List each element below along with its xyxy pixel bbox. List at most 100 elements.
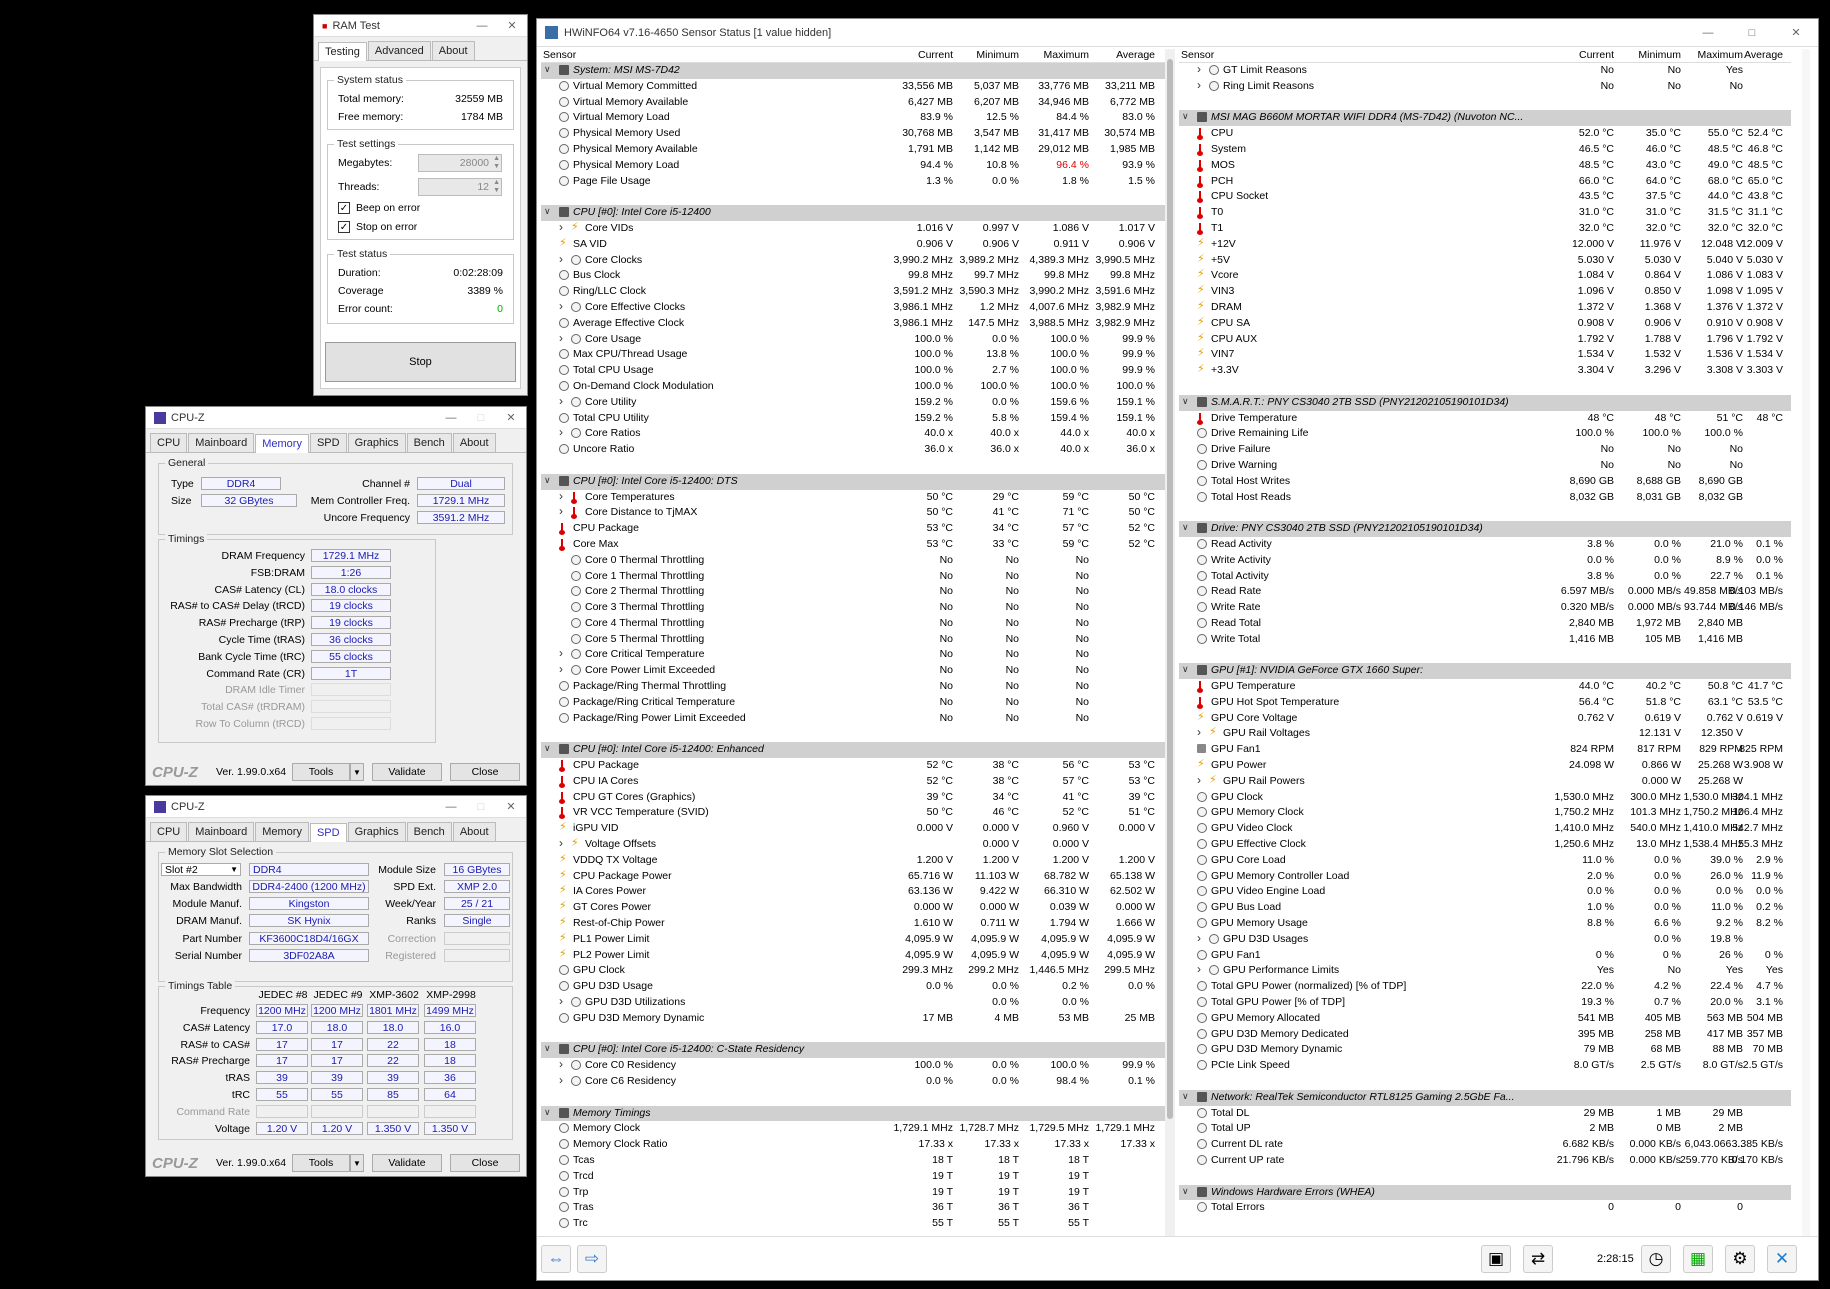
sensor-row[interactable]: Rest-of-Chip Power 1.610 W 0.711 W 1.794 W 1… [541, 916, 1165, 932]
sensor-row[interactable]: GPU Bus Load 1.0 % 0.0 % 11.0 % 0.2 % [1179, 900, 1791, 916]
sensor-row[interactable]: T1 32.0 °C 32.0 °C 32.0 °C 32.0 °C [1179, 221, 1791, 237]
sensor-row[interactable]: VIN3 1.096 V 0.850 V 1.098 V1.095 V [1179, 284, 1791, 300]
collapse-chevron-icon[interactable]: ∨ [1182, 664, 1189, 675]
maximize-icon[interactable]: □ [466, 407, 496, 429]
sensor-row[interactable]: CPU GT Cores (Graphics) 39 °C 34 °C 41 °C 39… [541, 790, 1165, 806]
sensor-row[interactable]: Current UP rate 21.796 KB/s 0.000 KB/s 259.… [1179, 1153, 1791, 1169]
sensor-row[interactable]: Page File Usage 1.3 % 0.0 % 1.8 % 1.5 % [541, 174, 1165, 190]
collapse-chevron-icon[interactable]: ∨ [544, 64, 551, 75]
sensor-row[interactable]: GPU D3D Memory Dedicated 395 MB 258 MB 417 … [1179, 1027, 1791, 1043]
sensor-refresh-icon[interactable]: ⇄ [1523, 1245, 1553, 1273]
col-average[interactable]: Average [1744, 49, 1783, 61]
tab-about[interactable]: About [452, 433, 496, 452]
sensor-row[interactable]: GPU Video Clock 1,410.0 MHz 540.0 MHz 1,410… [1179, 821, 1791, 837]
validate-button[interactable]: Validate [372, 1154, 442, 1172]
sensor-row[interactable]: Memory Clock Ratio 17.33 x 17.33 x 17.33 x 1… [541, 1137, 1165, 1153]
sensor-row[interactable]: Physical Memory Used 30,768 MB 3,547 MB 31,… [541, 126, 1165, 142]
collapse-chevron-icon[interactable]: ∨ [1182, 111, 1189, 122]
expand-chevron-icon[interactable]: › [559, 646, 563, 660]
sensor-group-header[interactable]: ∨ Network: RealTek Semiconductor RTL8125 … [1179, 1089, 1791, 1106]
tab-bench[interactable]: Bench [406, 822, 452, 841]
sensor-row[interactable]: Ring/LLC Clock 3,591.2 MHz 3,590.3 MHz 3,99… [541, 284, 1165, 300]
sensor-row[interactable]: SA VID 0.906 V 0.906 V 0.911 V 0.906 V [541, 237, 1165, 253]
sensor-row[interactable]: Drive Warning No No No [1179, 458, 1791, 474]
sensor-row[interactable]: GPU Video Engine Load 0.0 % 0.0 % 0.0 % 0.0 … [1179, 884, 1791, 900]
sensor-group-header[interactable]: ∨ CPU [#0]: Intel Core i5-12400: DTS [541, 473, 1165, 490]
sensor-group-header[interactable]: ∨ CPU [#0]: Intel Core i5-12400: C-State … [541, 1042, 1165, 1059]
close-icon[interactable]: ✕ [496, 796, 526, 818]
sensor-row[interactable]: › GT Limit Reasons No No Yes [1179, 62, 1791, 79]
sensor-row[interactable]: CPU SA0.908 V0.906 V0.910 V0.908 V [1179, 316, 1791, 332]
sensor-row[interactable]: VR VCC Temperature (SVID) 50 °C 46 °C 52 °C… [541, 805, 1165, 821]
expand-chevron-icon[interactable]: › [559, 425, 563, 439]
sensor-row[interactable]: GPU D3D Memory Dynamic 17 MB 4 MB 53 MB 25 M… [541, 1011, 1165, 1027]
expand-chevron-icon[interactable]: › [559, 331, 563, 345]
tab-spd[interactable]: SPD [309, 433, 347, 452]
minimize-icon[interactable]: — [436, 407, 466, 429]
sensor-row[interactable]: Trp 19 T 19 T 19 T [541, 1185, 1165, 1201]
sensor-row[interactable]: Physical Memory Available 1,791 MB 1,142 M… [541, 142, 1165, 158]
sensor-row[interactable]: Current DL rate 6.682 KB/s 0.000 KB/s 6,043… [1179, 1137, 1791, 1153]
sensor-row[interactable]: Total Host Reads 8,032 GB 8,031 GB 8,032 GB [1179, 490, 1791, 506]
sensor-row[interactable]: GPU D3D Usage 0.0 % 0.0 % 0.2 % 0.0 % [541, 979, 1165, 995]
left-scrollbar[interactable] [1165, 49, 1175, 1237]
sensor-row[interactable]: IA Cores Power 63.136 W 9.422 W 66.310 W 62.… [541, 884, 1165, 900]
sensor-row[interactable]: iGPU VID 0.000 V 0.000 V 0.960 V 0.000 V [541, 821, 1165, 837]
sensor-row[interactable]: Trcd 19 T 19 T 19 T [541, 1169, 1165, 1185]
sensor-group-header[interactable]: ∨ CPU [#0]: Intel Core i5-12400 [541, 205, 1165, 221]
col-sensor[interactable]: Sensor [1181, 49, 1214, 61]
sensor-row[interactable]: GPU Clock 1,530.0 MHz 300.0 MHz 1,530.0 MHz… [1179, 790, 1791, 806]
sensor-row[interactable]: GPU Fan1 0 % 0 % 26 % 0 % [1179, 948, 1791, 964]
sensor-row[interactable]: On-Demand Clock Modulation 100.0 % 100.0 %… [541, 379, 1165, 395]
sensor-row[interactable]: CPU 52.0 °C 35.0 °C 55.0 °C 52.4 °C [1179, 126, 1791, 142]
tab-cpu[interactable]: CPU [150, 822, 188, 841]
sensor-row[interactable]: +3.3V 3.304 V 3.296 V 3.308 V3.303 V [1179, 363, 1791, 379]
expand-chevron-icon[interactable]: › [559, 662, 563, 676]
sensor-row[interactable]: Core 2 Thermal Throttling No No No [541, 584, 1165, 600]
tools-dropdown-icon[interactable]: ▼ [350, 763, 364, 781]
sensor-row[interactable]: GPU Memory Usage 8.8 % 6.6 % 9.2 % 8.2 % [1179, 916, 1791, 932]
sensor-row[interactable]: Package/Ring Critical Temperature No No No [541, 695, 1165, 711]
sensor-row[interactable]: Total CPU Usage 100.0 % 2.7 % 100.0 % 99.9 % [541, 363, 1165, 379]
sensor-row[interactable]: Memory Clock 1,729.1 MHz 1,728.7 MHz 1,729.… [541, 1121, 1165, 1137]
sensor-row[interactable]: DRAM1.372 V1.368 V1.376 V1.372 V [1179, 300, 1791, 316]
sensor-row[interactable]: GPU Effective Clock 1,250.6 MHz 13.0 MHz 1,… [1179, 837, 1791, 853]
minimize-icon[interactable]: — [467, 15, 497, 37]
expand-chevron-icon[interactable]: › [559, 299, 563, 313]
sensor-row[interactable]: Core 4 Thermal Throttling No No No [541, 616, 1165, 632]
tab-memory[interactable]: Memory [255, 822, 309, 841]
sensor-row[interactable]: CPU Package 53 °C 34 °C 57 °C 52 °C [541, 521, 1165, 537]
tab-bench[interactable]: Bench [406, 433, 452, 452]
sensor-row[interactable]: GPU Core Load 11.0 % 0.0 % 39.0 % 2.9 % [1179, 853, 1791, 869]
col-minimum[interactable]: Minimum [976, 49, 1019, 61]
spin-icon[interactable]: ▲ ▼ [493, 179, 500, 195]
close-icon[interactable]: ✕ [497, 15, 527, 37]
log-file-icon[interactable]: ▦ [1683, 1245, 1713, 1273]
sensor-row[interactable]: Average Effective Clock 3,986.1 MHz 147.5 … [541, 316, 1165, 332]
nav-back-arrows-icon[interactable]: ⇔ [541, 1245, 571, 1273]
tab-graphics[interactable]: Graphics [347, 433, 406, 452]
close-button[interactable]: Close [450, 763, 520, 781]
sensor-row[interactable]: GPU Hot Spot Temperature 56.4 °C 51.8 °C 63… [1179, 695, 1791, 711]
sensor-row[interactable]: Drive Failure No No No [1179, 442, 1791, 458]
sensor-group-header[interactable]: ∨ Windows Hardware Errors (WHEA) [1179, 1184, 1791, 1201]
sensor-row[interactable]: Package/Ring Thermal Throttling No No No [541, 679, 1165, 695]
sensor-row[interactable]: › Core Power Limit Exceeded No No No [541, 662, 1165, 679]
expand-chevron-icon[interactable]: › [559, 394, 563, 408]
beep-checkbox[interactable]: ✓ [338, 202, 350, 214]
sensor-row[interactable]: › Core C0 Residency 100.0 % 0.0 % 100.0 % 99.… [541, 1057, 1165, 1074]
tab-advanced[interactable]: Advanced [367, 41, 431, 60]
sensor-row[interactable]: GT Cores Power 0.000 W 0.000 W 0.039 W 0.000… [541, 900, 1165, 916]
sensor-row[interactable]: Drive Remaining Life 100.0 % 100.0 % 100.0 … [1179, 426, 1791, 442]
hwinfo-titlebar[interactable]: HWiNFO64 v7.16-4650 Sensor Status [1 val… [537, 19, 1818, 47]
sensor-row[interactable]: Tcas 18 T 18 T 18 T [541, 1153, 1165, 1169]
sensor-row[interactable]: › Core Utility 159.2 % 0.0 % 159.6 % 159.1 % [541, 394, 1165, 411]
sensor-row[interactable]: Tras 36 T 36 T 36 T [541, 1200, 1165, 1216]
sensor-row[interactable]: Total Errors 0 0 0 [1179, 1200, 1791, 1216]
sensor-row[interactable]: Virtual Memory Load 83.9 % 12.5 % 84.4 % 83.… [541, 110, 1165, 126]
expand-chevron-icon[interactable]: › [559, 1057, 563, 1071]
expand-chevron-icon[interactable]: › [559, 504, 563, 518]
col-maximum[interactable]: Maximum [1697, 49, 1743, 61]
sensor-row[interactable]: GPU Power 24.098 W 0.866 W 25.268 W3.908 W [1179, 758, 1791, 774]
sensor-group-header[interactable]: ∨ Drive: PNY CS3040 2TB SSD (PNY212021051… [1179, 521, 1791, 537]
